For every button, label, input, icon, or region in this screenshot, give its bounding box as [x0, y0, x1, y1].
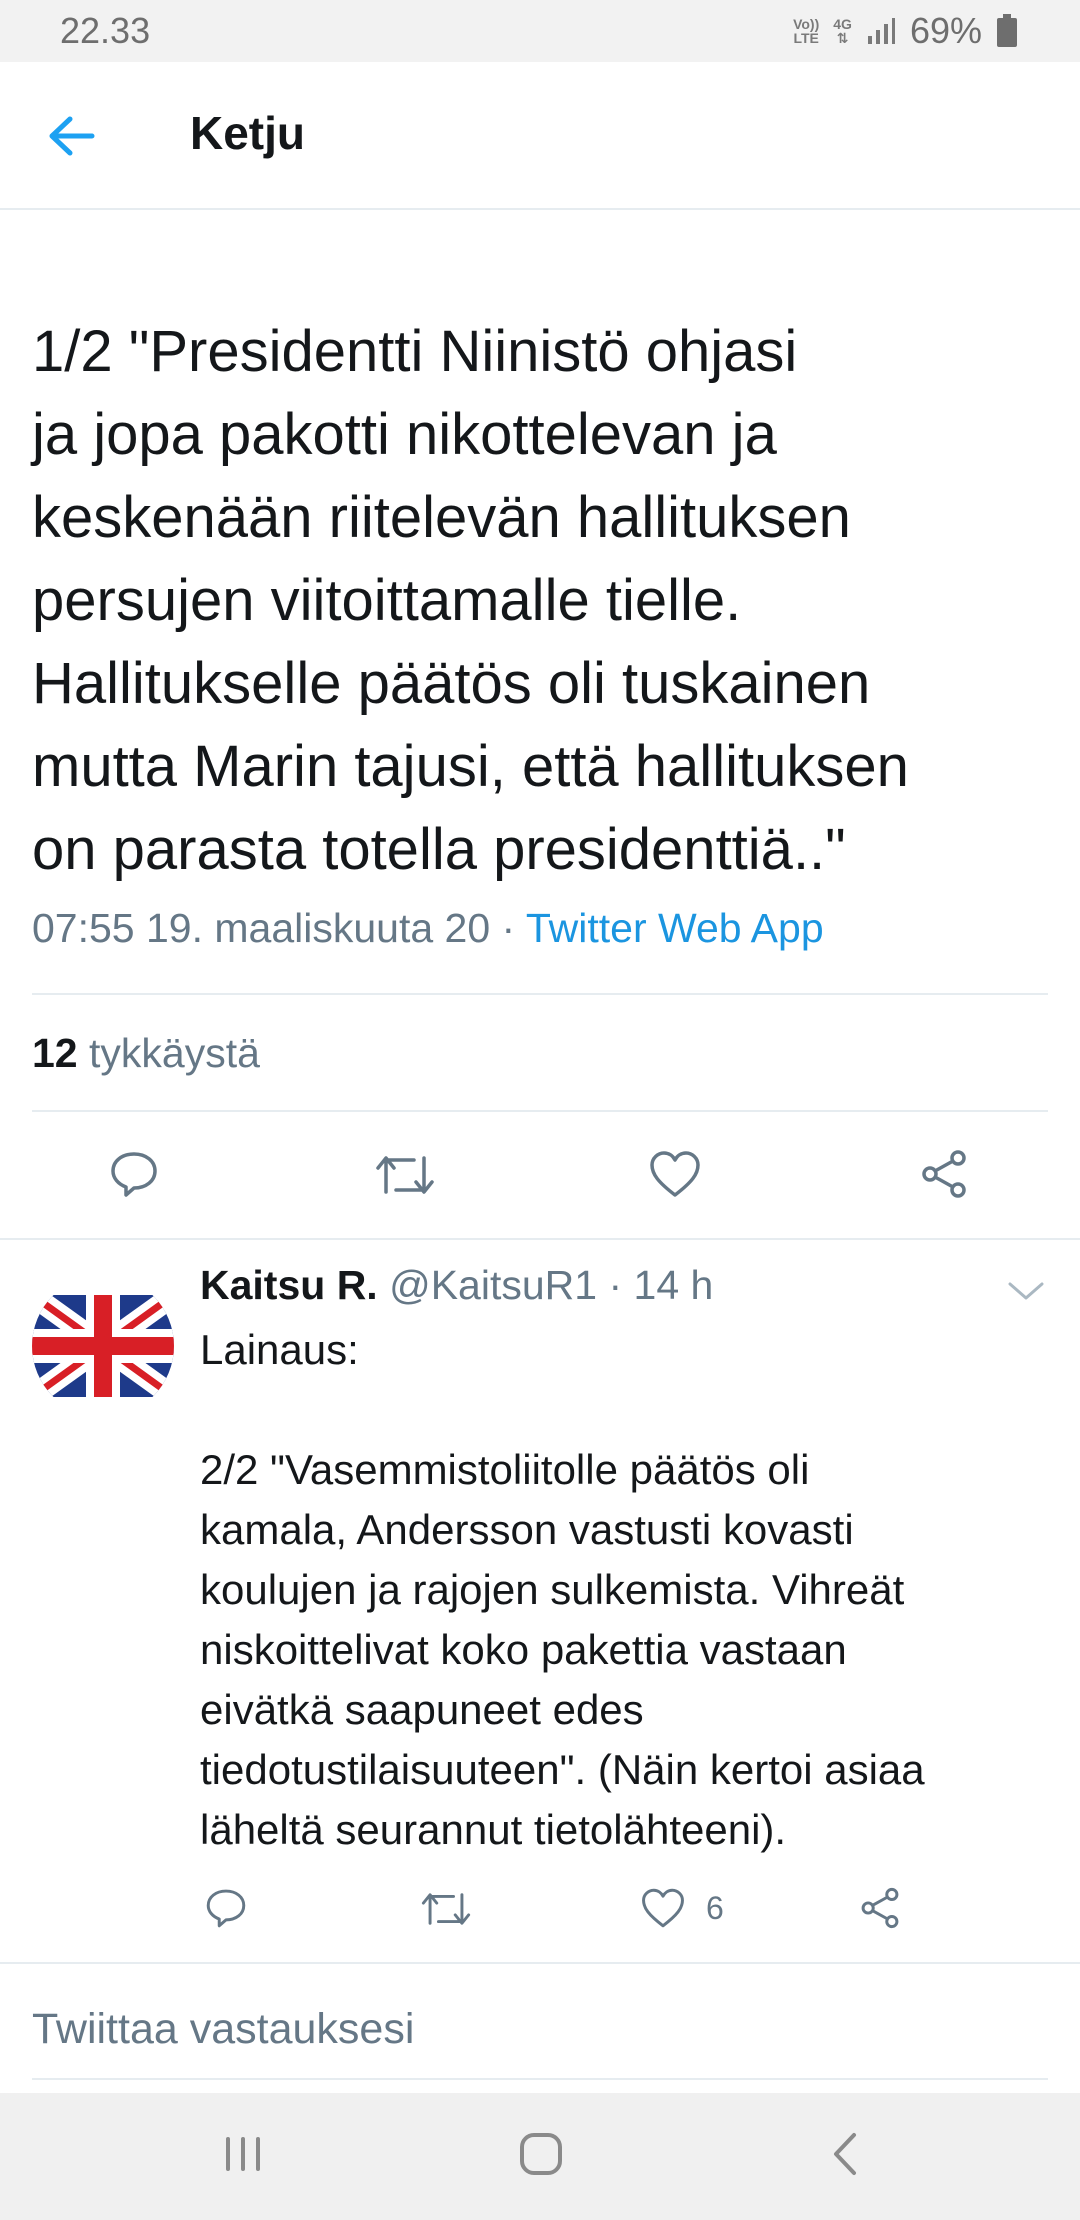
reply-icon [111, 1152, 157, 1197]
reply-like-count: 6 [706, 1889, 724, 1926]
status-icons: Vo)) LTE 4G ⇅ 69% [793, 10, 1018, 52]
network-type: 4G [833, 16, 852, 32]
reply-author-name: Kaitsu R. [200, 1262, 378, 1308]
screen: 22.33 Vo)) LTE 4G ⇅ 69% Ketju 1/2 "Presi… [0, 0, 1080, 2220]
tweet-timestamp[interactable]: 07:55 19. maaliskuuta 20 [32, 905, 490, 951]
page-title: Ketju [190, 107, 305, 159]
system-nav-bar [0, 2093, 1080, 2220]
divider [32, 993, 1048, 995]
recents-icon [226, 2137, 260, 2171]
tweet-text: 1/2 "Presidentti Niinistö ohjasi ja jopa… [32, 319, 909, 882]
source-app-link[interactable]: Twitter Web App [526, 905, 824, 951]
reply-text: Lainaus: 2/2 "Vasemmistoliitolle päätös … [200, 1326, 925, 1853]
chevron-down-icon [1008, 1282, 1044, 1300]
nav-back-button[interactable] [822, 2129, 872, 2179]
reply-time: · 14 h [597, 1262, 714, 1308]
divider [0, 1238, 1080, 1240]
retweet-icon [421, 1893, 471, 1925]
avatar[interactable] [32, 1275, 174, 1417]
home-icon [520, 2133, 562, 2175]
network-indicator: 4G ⇅ [833, 17, 852, 45]
reply-handle: @KaitsuR1 [377, 1262, 598, 1308]
status-bar: 22.33 Vo)) LTE 4G ⇅ 69% [0, 0, 1080, 62]
signal-icon [866, 16, 896, 46]
reply-reply-button[interactable] [204, 1886, 248, 1930]
like-icon [650, 1151, 700, 1197]
meta-separator: · [490, 905, 526, 951]
tweet-meta: 07:55 19. maaliskuuta 20 · Twitter Web A… [32, 905, 824, 952]
likes-label: tykkäystä [77, 1030, 260, 1076]
reply-icon [206, 1889, 246, 1928]
volte-bottom: LTE [793, 30, 819, 46]
share-icon [861, 1887, 899, 1929]
home-button[interactable] [516, 2129, 566, 2179]
like-icon [642, 1888, 684, 1928]
retweet-button[interactable] [374, 1150, 436, 1200]
divider [32, 2078, 1048, 2080]
likes-summary[interactable]: 12 tykkäystä [32, 1030, 260, 1077]
volte-top: Vo)) [793, 16, 820, 32]
reply-retweet-button[interactable] [420, 1888, 472, 1930]
volte-indicator: Vo)) LTE [793, 17, 819, 45]
likes-count: 12 [32, 1030, 78, 1076]
share-icon [922, 1150, 966, 1198]
back-icon [834, 2133, 856, 2175]
reply-actions: 6 [0, 1882, 1080, 1942]
reply-share-button[interactable] [858, 1886, 902, 1930]
data-arrows-icon: ⇅ [836, 30, 849, 46]
reply-header[interactable]: Kaitsu R. @KaitsuR1 · 14 h [200, 1262, 713, 1309]
reply-compose-field[interactable]: Twiittaa vastauksesi [32, 2005, 414, 2054]
back-button[interactable] [44, 108, 100, 164]
tweet-actions [0, 1140, 1080, 1210]
arrow-left-icon [49, 116, 95, 156]
battery-percent: 69% [909, 10, 982, 51]
status-time: 22.33 [60, 10, 151, 51]
retweet-icon [376, 1156, 434, 1194]
tweet-menu-button[interactable] [1006, 1278, 1046, 1309]
recents-button[interactable] [218, 2129, 268, 2179]
like-button[interactable] [648, 1148, 702, 1200]
divider [0, 1962, 1080, 1964]
divider [32, 1110, 1048, 1112]
share-button[interactable] [918, 1148, 970, 1200]
battery-icon [996, 14, 1018, 48]
reply-button[interactable] [108, 1148, 160, 1200]
app-bar: Ketju [0, 62, 1080, 210]
union-jack-avatar-image [32, 1275, 174, 1417]
reply-like-button[interactable]: 6 [640, 1886, 724, 1930]
